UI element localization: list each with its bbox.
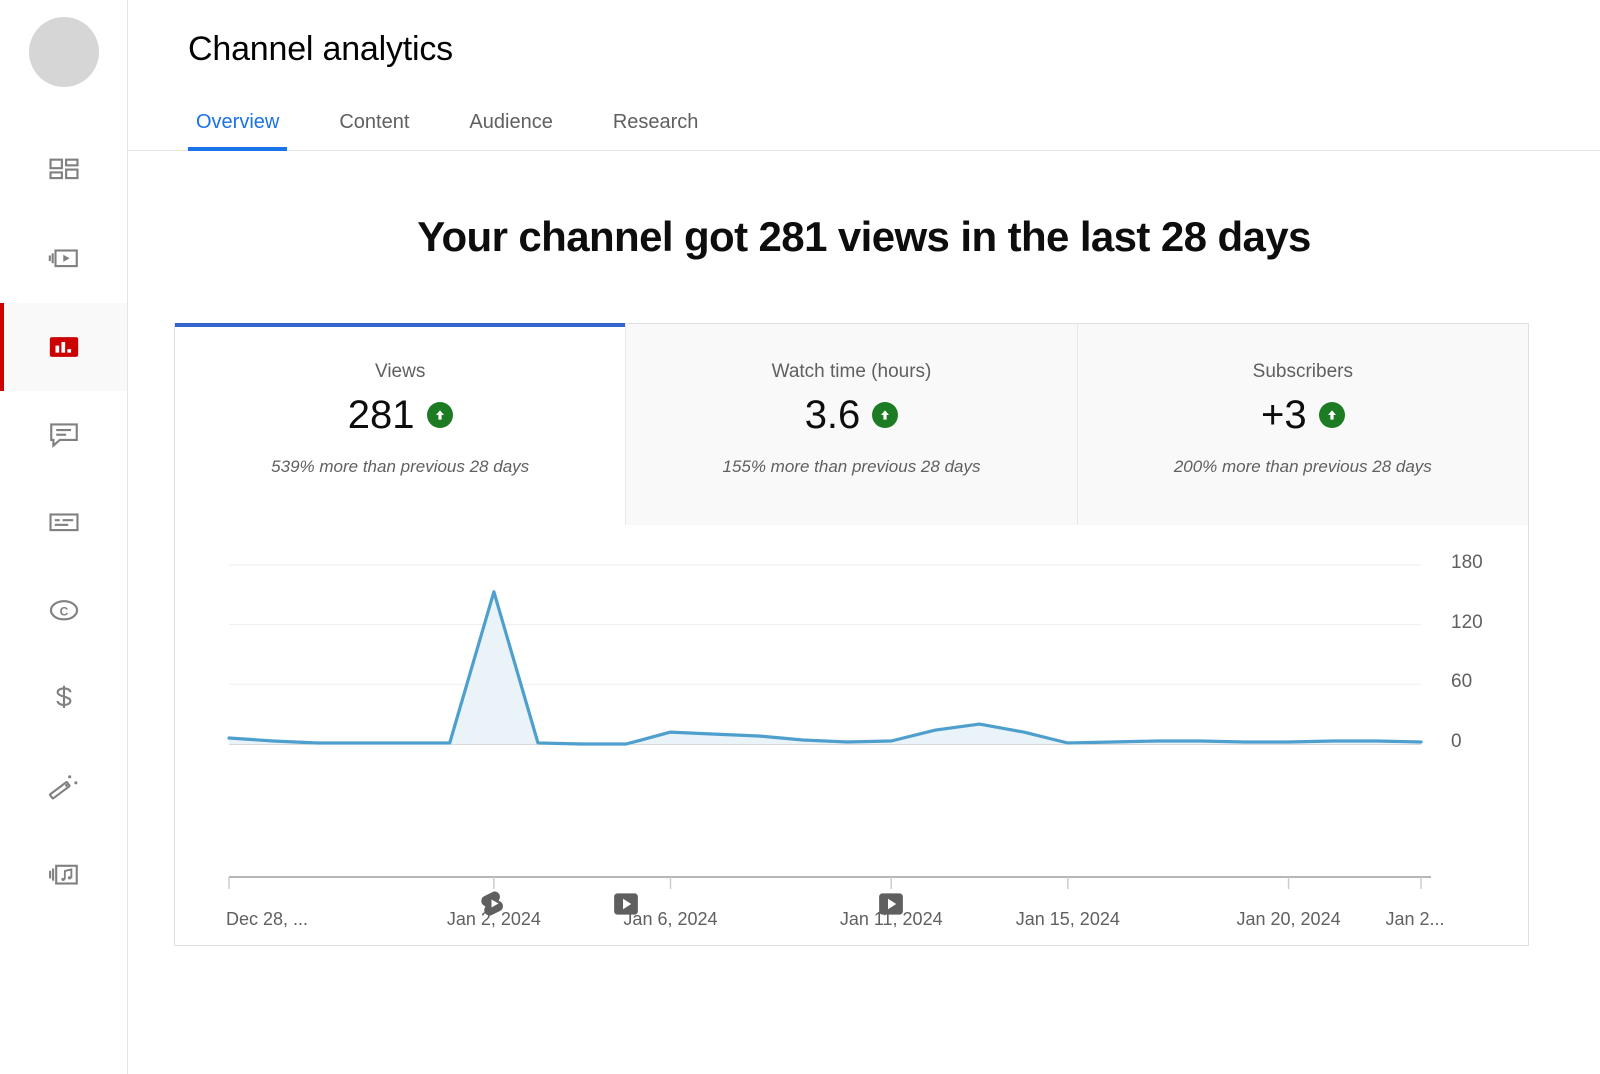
metric-cards-container: Views 281 539% more than previous 28 day…: [174, 323, 1529, 946]
y-axis-tick-label: 60: [1451, 671, 1472, 693]
music-note-icon: [47, 858, 81, 892]
metric-value-row: 281: [175, 395, 625, 435]
tab-research[interactable]: Research: [605, 111, 707, 150]
x-axis-tick-label: Jan 15, 2024: [1016, 909, 1120, 930]
arrow-up-circle-icon: [872, 402, 898, 428]
channel-avatar[interactable]: [29, 17, 99, 87]
sidebar-item-dashboard[interactable]: [0, 127, 127, 215]
tab-overview[interactable]: Overview: [188, 111, 287, 150]
views-over-time-chart[interactable]: 180120600 Dec 28, ...Jan 2, 2024Jan 6, 2…: [221, 525, 1576, 945]
dashboard-grid-icon: [47, 154, 81, 188]
youtube-shorts-icon[interactable]: [479, 889, 509, 919]
metric-comparison: 200% more than previous 28 days: [1078, 457, 1528, 477]
metric-value: +3: [1261, 395, 1307, 435]
metric-card-watch-time[interactable]: Watch time (hours) 3.6 155% more than pr…: [625, 323, 1076, 525]
sidebar-item-copyright[interactable]: C: [0, 567, 127, 655]
sidebar-item-comments[interactable]: [0, 391, 127, 479]
comment-bubble-icon: [47, 418, 81, 452]
dollar-sign-icon: [47, 682, 81, 716]
video-play-icon[interactable]: [876, 889, 906, 919]
y-axis-tick-label: 180: [1451, 552, 1483, 574]
metric-label: Subscribers: [1078, 361, 1528, 383]
tab-content[interactable]: Content: [331, 111, 417, 150]
sidebar-item-analytics[interactable]: [0, 303, 127, 391]
metric-comparison: 155% more than previous 28 days: [626, 457, 1076, 477]
sidebar-item-customization[interactable]: [0, 743, 127, 831]
arrow-up-circle-icon: [427, 402, 453, 428]
metric-label: Watch time (hours): [626, 361, 1076, 383]
metric-card-views[interactable]: Views 281 539% more than previous 28 day…: [175, 323, 625, 525]
arrow-up-circle-icon: [1319, 402, 1345, 428]
subtitles-icon: [47, 506, 81, 540]
metric-value-row: 3.6: [626, 395, 1076, 435]
video-content-icon: [47, 242, 81, 276]
page-title: Channel analytics: [128, 0, 1600, 69]
sidebar-nav: C: [0, 127, 127, 919]
metric-value-row: +3: [1078, 395, 1528, 435]
sidebar-item-content[interactable]: [0, 215, 127, 303]
tab-audience[interactable]: Audience: [461, 111, 560, 150]
metric-card-subscribers[interactable]: Subscribers +3 200% more than previous 2…: [1077, 323, 1528, 525]
metric-value: 281: [348, 395, 415, 435]
youtube-studio-analytics-page: C: [0, 0, 1600, 1074]
analytics-tabs: Overview Content Audience Research: [128, 97, 1600, 151]
metric-value: 3.6: [805, 395, 861, 435]
copyright-c-icon: C: [47, 594, 81, 628]
x-axis-tick-label: Dec 28, ...: [226, 909, 308, 930]
metric-cards: Views 281 539% more than previous 28 day…: [175, 323, 1528, 525]
video-play-icon[interactable]: [611, 889, 641, 919]
svg-text:C: C: [59, 604, 68, 618]
chart-canvas: [221, 525, 1576, 945]
metric-comparison: 539% more than previous 28 days: [175, 457, 625, 477]
magic-wand-icon: [47, 770, 81, 804]
headline-summary: Your channel got 281 views in the last 2…: [128, 213, 1600, 261]
metric-label: Views: [175, 361, 625, 383]
sidebar-item-audio-library[interactable]: [0, 831, 127, 919]
x-axis-tick-label: Jan 20, 2024: [1237, 909, 1341, 930]
y-axis-tick-label: 0: [1451, 731, 1462, 753]
y-axis-tick-label: 120: [1451, 612, 1483, 634]
left-sidebar: C: [0, 0, 128, 1074]
sidebar-item-earn[interactable]: [0, 655, 127, 743]
main-content: Channel analytics Overview Content Audie…: [128, 0, 1600, 1074]
x-axis-tick-label: Jan 2...: [1385, 909, 1444, 930]
sidebar-item-subtitles[interactable]: [0, 479, 127, 567]
analytics-bar-chart-icon: [47, 330, 81, 364]
